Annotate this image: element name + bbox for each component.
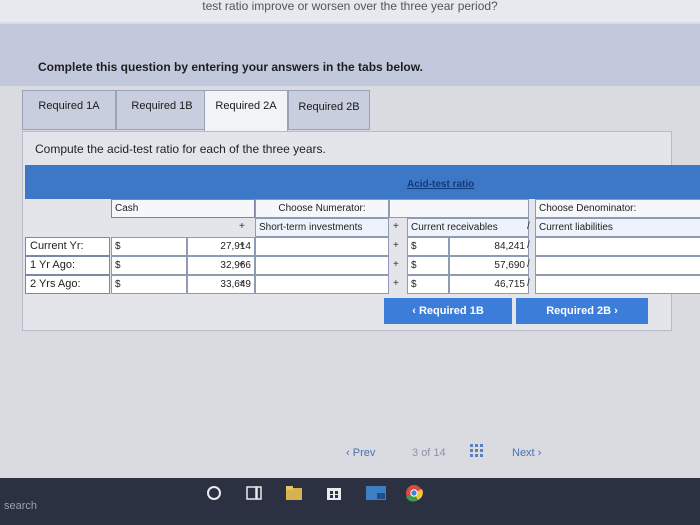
short-term-option: Short-term investments [259, 222, 363, 233]
dollar-sign: $ [411, 279, 417, 290]
dollar-cell: $ [407, 237, 449, 256]
plus-sign: + [239, 278, 245, 289]
os-taskbar: search [0, 478, 700, 525]
dollar-sign: $ [115, 260, 121, 271]
tab-required-1b[interactable]: Required 1B [116, 90, 208, 130]
receivables-2yr-input[interactable]: 46,715 [449, 275, 529, 294]
row-label-2-yrs-ago: 2 Yrs Ago: [25, 275, 110, 294]
row-label-current-yr: Current Yr: [25, 237, 110, 256]
dollar-cell: $ [407, 256, 449, 275]
chevron-left-icon: ‹ [346, 447, 350, 459]
instruction-bar: Complete this question by entering your … [0, 24, 700, 86]
tab-label: Required 1A [38, 100, 100, 112]
liabilities-select[interactable]: Current liabilities [535, 218, 700, 237]
receivables-1yr-input[interactable]: 57,690 [449, 256, 529, 275]
slash-sign: / [527, 221, 530, 232]
prev-required-1b-button[interactable]: ‹ Required 1B [384, 298, 512, 324]
next-page-label: Next [512, 447, 535, 459]
dollar-cell: $ [111, 256, 187, 275]
next-required-label: Required 2B [546, 305, 612, 317]
page-indicator: 3 of 14 [412, 447, 446, 459]
tab-required-2b[interactable]: Required 2B [288, 90, 370, 130]
liabilities-2yr-input[interactable] [535, 275, 700, 294]
tab-required-2a[interactable]: Required 2A [204, 90, 288, 132]
plus-sign: + [239, 240, 245, 251]
prev-required-label: Required 1B [418, 305, 484, 317]
prev-page-label: Prev [352, 447, 376, 459]
plus-sign: + [393, 221, 399, 232]
acid-test-grid: Acid-test ratio Cash Choose Numerator: C… [25, 165, 700, 295]
receivables-option: Current receivables [411, 222, 498, 233]
current-page: 3 [412, 447, 419, 459]
prev-page-link[interactable]: ‹ Prev [346, 447, 375, 459]
grid-icon [470, 444, 483, 457]
plus-sign: + [393, 259, 399, 270]
chrome-icon[interactable] [404, 484, 424, 502]
dollar-sign: $ [411, 241, 417, 252]
short-term-select[interactable]: Short-term investments [255, 218, 389, 237]
chevron-right-icon: › [614, 305, 618, 317]
chevron-right-icon: › [537, 447, 542, 459]
receivables-select[interactable]: Current receivables [407, 218, 529, 237]
dollar-cell: $ [111, 237, 187, 256]
taskbar-search[interactable]: search [4, 500, 37, 512]
tab-label: Required 2A [215, 100, 277, 112]
row-label-1-yr-ago: 1 Yr Ago: [25, 256, 110, 275]
denominator-header-cell: Choose Denominator: [535, 199, 700, 218]
short-term-current-input[interactable] [255, 237, 389, 256]
cash-header-cell: Cash [111, 199, 255, 218]
dollar-cell: $ [407, 275, 449, 294]
chevron-left-icon: ‹ [412, 305, 416, 317]
denominator-header: Choose Denominator: [539, 203, 637, 214]
instruction-text: Complete this question by entering your … [38, 60, 423, 74]
receivables-current-input[interactable]: 84,241 [449, 237, 529, 256]
task-view-icon[interactable] [244, 484, 264, 502]
liabilities-current-input[interactable] [535, 237, 700, 256]
liabilities-1yr-input[interactable] [535, 256, 700, 275]
tabs-row: Required 1A Required 1B Required 2A Requ… [22, 90, 662, 132]
col-cash-label: Cash [115, 203, 139, 214]
dollar-cell: $ [111, 275, 187, 294]
grid-view-icon[interactable] [470, 444, 484, 461]
store-icon[interactable] [324, 484, 344, 502]
dollar-sign: $ [115, 279, 121, 290]
page-total: of 14 [421, 447, 446, 459]
top-strip-text: test ratio improve or worsen over the th… [202, 0, 498, 13]
cortana-icon[interactable] [204, 484, 224, 502]
tab-required-1a[interactable]: Required 1A [22, 90, 116, 130]
dollar-sign: $ [411, 260, 417, 271]
plus-sign: + [239, 259, 245, 270]
top-strip-question: test ratio improve or worsen over the th… [0, 0, 700, 22]
short-term-1yr-input[interactable] [255, 256, 389, 275]
plus-sign: + [393, 278, 399, 289]
slash-sign: / [527, 278, 530, 289]
tab-label: Required 2B [298, 101, 360, 113]
next-required-2b-button[interactable]: Required 2B › [516, 298, 648, 324]
liabilities-option: Current liabilities [539, 222, 613, 233]
short-term-2yr-input[interactable] [255, 275, 389, 294]
file-explorer-icon[interactable] [284, 484, 304, 502]
plus-sign: + [393, 240, 399, 251]
numerator-header: Choose Numerator: [278, 203, 366, 214]
calendar-app-icon[interactable] [364, 484, 388, 502]
panel-prompt: Compute the acid-test ratio for each of … [35, 142, 326, 156]
plus-sign: + [239, 221, 245, 232]
slash-sign: / [527, 259, 530, 270]
dollar-sign: $ [115, 241, 121, 252]
header-title: Acid-test ratio [407, 179, 475, 190]
slash-sign: / [527, 240, 530, 251]
next-page-link[interactable]: Next › [512, 447, 541, 459]
tab-label: Required 1B [131, 100, 193, 112]
numerator-header-cell: Choose Numerator: [255, 199, 389, 218]
blank-header-cell [389, 199, 529, 218]
grid-header-band [25, 165, 700, 199]
